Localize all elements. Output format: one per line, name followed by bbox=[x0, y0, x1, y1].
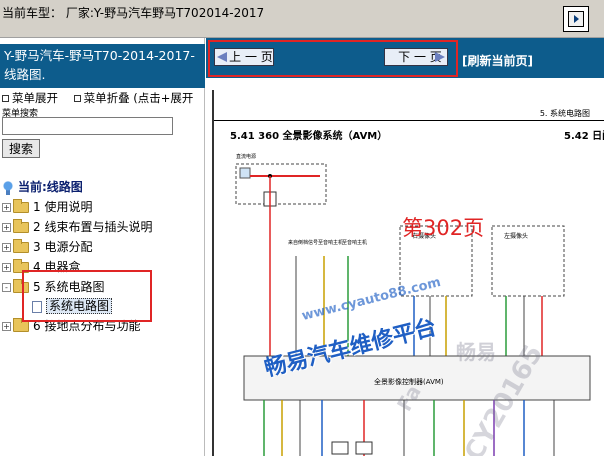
left-camera-label: 左摄像头 bbox=[504, 232, 528, 240]
tree-item-usage[interactable]: +1 使用说明 bbox=[2, 198, 92, 216]
switch-icon bbox=[331, 441, 349, 455]
expand-icon[interactable]: + bbox=[2, 263, 11, 272]
sidebar: Y-野马汽车-野马T70-2014-2017- 线路图. 菜单展开 菜单折叠 (… bbox=[0, 38, 205, 456]
search-input[interactable] bbox=[2, 117, 173, 135]
expand-icon[interactable]: + bbox=[2, 223, 11, 232]
figure-title-next: 5.42 日间 bbox=[564, 131, 604, 142]
model-title: Y-野马汽车-野马T70-2014-2017- 线路图. bbox=[0, 44, 205, 88]
folder-icon bbox=[13, 199, 29, 213]
power-label: 直流电源 bbox=[236, 153, 256, 160]
folder-icon bbox=[13, 239, 29, 253]
fuse-block bbox=[239, 167, 251, 179]
exit-button[interactable] bbox=[563, 6, 589, 32]
circuit-diagram: 直流电源 来自倒档信号 至音响主机 至音响主机 右摄像头 左摄像头 全景影像控制… bbox=[235, 153, 591, 456]
expand-icon[interactable]: + bbox=[2, 322, 11, 331]
tree-item-power[interactable]: +3 电源分配 bbox=[2, 238, 92, 256]
current-car-type: 当前车型： 厂家:Y-野马汽车野马T702014-2017 bbox=[2, 6, 265, 20]
menu-collapse-link[interactable]: 菜单折叠 (点击+展开 bbox=[73, 91, 200, 105]
tree-item-harness[interactable]: +2 线束布置与插头说明 bbox=[2, 218, 152, 236]
signal-label: 来自倒档信号 bbox=[288, 239, 318, 246]
arrow-left-icon bbox=[217, 52, 227, 62]
top-bar: 当前车型： 厂家:Y-野马汽车野马T702014-2017 bbox=[0, 0, 604, 38]
viewer: 上 一 页 下 一 页 [刷新当前页] 5. 系统电路图 5.41 360 全景… bbox=[206, 38, 604, 456]
prev-page-button[interactable]: 上 一 页 bbox=[214, 48, 274, 66]
page-nav-bar: 上 一 页 下 一 页 [刷新当前页] bbox=[206, 38, 604, 78]
tree-root[interactable]: 当前:线路图 bbox=[2, 178, 83, 196]
square-icon bbox=[73, 95, 81, 102]
menu-expand-link[interactable]: 菜单展开 bbox=[2, 91, 64, 105]
switch-icon bbox=[355, 441, 373, 455]
folder-icon bbox=[13, 318, 29, 332]
folder-icon bbox=[13, 219, 29, 233]
expand-icon[interactable]: + bbox=[2, 243, 11, 252]
square-icon bbox=[2, 95, 9, 102]
refresh-page-link[interactable]: [刷新当前页] bbox=[462, 52, 533, 69]
person-icon bbox=[2, 180, 14, 195]
section-header: 5. 系统电路图 bbox=[539, 109, 590, 118]
document-page: 5. 系统电路图 5.41 360 全景影像系统（AVM） 5.42 日间 直流… bbox=[212, 90, 604, 456]
header-divider bbox=[214, 120, 604, 121]
page-number: 第302页 bbox=[402, 216, 485, 240]
next-page-button[interactable]: 下 一 页 bbox=[384, 48, 448, 66]
signal-label: 至音响主机 bbox=[342, 239, 367, 246]
signal-label: 至音响主机 bbox=[318, 239, 343, 246]
controller-label: 全景影像控制器(AVM) bbox=[374, 377, 444, 386]
highlight-box bbox=[22, 270, 152, 322]
menu-operations: 菜单展开 菜单折叠 (点击+展开 bbox=[2, 90, 205, 106]
collapse-icon[interactable]: - bbox=[2, 283, 11, 292]
expand-icon[interactable]: + bbox=[2, 203, 11, 212]
search-button[interactable]: 搜索 bbox=[2, 139, 40, 158]
figure-title: 5.41 360 全景影像系统（AVM） bbox=[230, 131, 388, 142]
exit-icon bbox=[568, 11, 584, 27]
